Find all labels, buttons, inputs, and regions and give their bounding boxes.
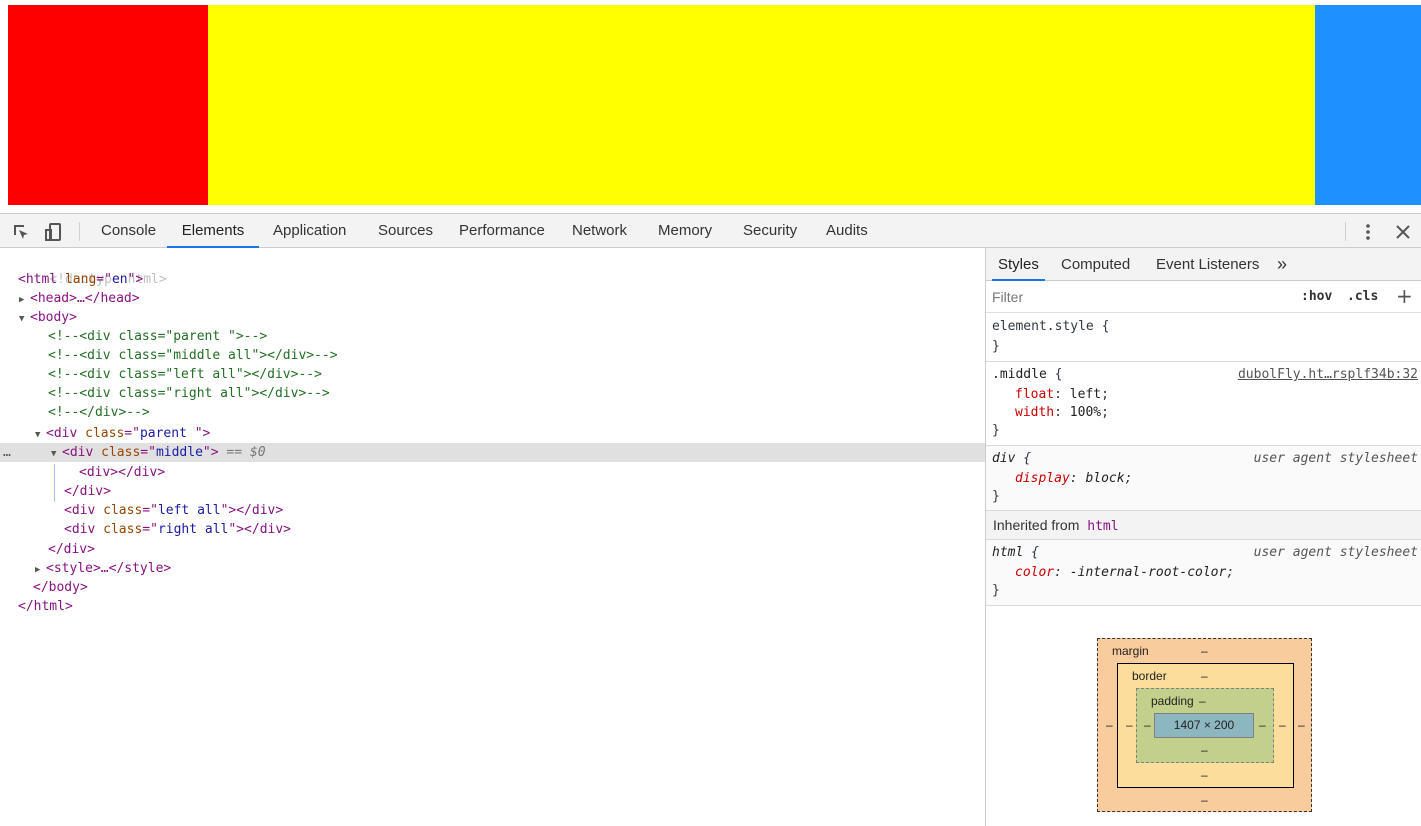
dom-html-open[interactable]: <html lang="en"> — [18, 270, 1003, 289]
rule-close: } — [992, 489, 1000, 504]
margin-bottom-value: – — [1201, 793, 1208, 807]
dom-parent-open[interactable]: ▼ <div class="parent "> — [35, 424, 1020, 443]
dom-comment[interactable]: <!--<div class="parent ">--> — [48, 327, 1033, 346]
tab-event-listeners[interactable]: Event Listeners — [1150, 248, 1265, 281]
border-right-value: – — [1279, 718, 1286, 732]
dom-left-div[interactable]: <div class="left all"></div> — [64, 501, 1049, 520]
rule-selector[interactable]: div { — [992, 450, 1031, 468]
rule-origin: user agent stylesheet — [1253, 545, 1418, 560]
indent-guide — [54, 464, 55, 502]
page-preview — [0, 0, 1421, 213]
dom-doctype[interactable]: <!doctype html> — [18, 251, 1003, 287]
tab-elements[interactable]: Elements — [167, 214, 259, 248]
margin-left-value: – — [1106, 718, 1113, 732]
middle-block — [208, 5, 1315, 205]
box-model-content[interactable]: 1407 × 200 — [1154, 713, 1254, 738]
dom-comment[interactable]: <!--<div class="middle all"></div>--> — [48, 346, 1033, 365]
border-left-value: – — [1126, 718, 1133, 732]
rule-origin: user agent stylesheet — [1253, 451, 1418, 466]
styles-sidebar: Styles Computed Event Listeners » :hov .… — [985, 248, 1421, 826]
tab-audits[interactable]: Audits — [820, 214, 874, 248]
margin-top-value: – — [1201, 644, 1208, 658]
dom-head[interactable]: ▶ <head>…</head> — [19, 289, 1004, 308]
collapse-triangle-icon[interactable]: ▼ — [51, 445, 62, 464]
dom-middle-selected[interactable]: … ▼ <div class="middle"> == $0 — [0, 443, 985, 462]
tab-security[interactable]: Security — [737, 214, 803, 248]
attr-value: en — [111, 272, 128, 287]
rule-property: display: block; — [1015, 471, 1133, 486]
rule-close: } — [992, 583, 1000, 598]
hov-button[interactable]: :hov — [1301, 289, 1332, 304]
filter-input[interactable] — [990, 286, 1288, 308]
tab-styles[interactable]: Styles — [992, 248, 1045, 281]
padding-bottom-value: – — [1201, 743, 1208, 757]
dom-body-close[interactable]: </body> — [33, 578, 1018, 597]
rule-property: color: -internal-root-color; — [1015, 565, 1235, 580]
filter-row: :hov .cls + — [986, 281, 1421, 313]
tab-performance[interactable]: Performance — [453, 214, 551, 248]
border-top-value: – — [1201, 669, 1208, 683]
rule-selector[interactable]: html { — [992, 544, 1039, 562]
rule-source-link[interactable]: dubolFly.ht…rsplf34b:32 — [1238, 366, 1418, 384]
tab-network[interactable]: Network — [566, 214, 633, 248]
tab-computed[interactable]: Computed — [1055, 248, 1136, 281]
rule-middle: .middle { dubolFly.ht…rsplf34b:32 float:… — [986, 362, 1421, 446]
dom-parent-close[interactable]: </div> — [48, 540, 1033, 559]
rule-property[interactable]: width: 100%; — [1015, 404, 1109, 422]
selected-marker: == $0 — [226, 445, 266, 460]
more-dots-icon[interactable]: … — [3, 443, 11, 462]
border-label: border — [1132, 669, 1167, 683]
rule-selector[interactable]: element.style { — [992, 318, 1109, 336]
dom-comment[interactable]: <!--<div class="left all"></div>--> — [48, 365, 1033, 384]
tab-memory[interactable]: Memory — [652, 214, 718, 248]
right-block — [1315, 5, 1421, 205]
dom-comment[interactable]: <!--<div class="right all"></div>--> — [48, 384, 1033, 403]
padding-top-value: – — [1199, 694, 1206, 708]
dom-style[interactable]: ▶ <style>…</style> — [35, 559, 1020, 578]
dom-html-close[interactable]: </html> — [18, 597, 1003, 616]
tab-sources[interactable]: Sources — [372, 214, 439, 248]
devtools-toolbar: Console Elements Application Sources Per… — [0, 213, 1421, 248]
padding-left-value: – — [1144, 718, 1151, 732]
device-toggle-icon[interactable] — [44, 222, 64, 242]
rule-close: } — [992, 423, 1000, 438]
rule-html: html { user agent stylesheet color: -int… — [986, 540, 1421, 606]
elements-tree: <!doctype html> <html lang="en"> ▶ <head>… — [0, 248, 985, 826]
rule-close: } — [992, 339, 1000, 354]
rule-property[interactable]: float: left; — [1015, 386, 1109, 404]
inherited-header: Inherited from html — [986, 511, 1421, 540]
more-tabs-icon[interactable]: » — [1271, 248, 1293, 281]
toolbar-separator — [79, 222, 80, 241]
sidebar-tabs: Styles Computed Event Listeners » — [986, 248, 1421, 281]
padding-right-value: – — [1259, 718, 1266, 732]
rule-div: div { user agent stylesheet display: blo… — [986, 446, 1421, 511]
collapse-triangle-icon[interactable]: ▼ — [19, 310, 30, 329]
left-block — [8, 5, 208, 205]
tab-console[interactable]: Console — [95, 214, 162, 248]
toolbar-separator-right — [1345, 222, 1346, 241]
inspect-icon[interactable] — [11, 222, 31, 242]
attr-name: lang — [64, 272, 97, 287]
margin-right-value: – — [1298, 718, 1305, 732]
more-vertical-icon[interactable] — [1358, 222, 1378, 242]
padding-label: padding — [1151, 694, 1194, 708]
dom-div-close[interactable]: </div> — [64, 482, 1049, 501]
rule-element-style: element.style { } — [986, 314, 1421, 362]
dom-comment[interactable]: <!--</div>--> — [48, 403, 1033, 422]
close-icon[interactable] — [1393, 222, 1413, 242]
cls-button[interactable]: .cls — [1347, 289, 1378, 304]
new-rule-icon[interactable]: + — [1396, 284, 1413, 308]
tab-application[interactable]: Application — [267, 214, 352, 248]
border-bottom-value: – — [1201, 768, 1208, 782]
dom-right-div[interactable]: <div class="right all"></div> — [64, 520, 1049, 539]
dom-inner-div[interactable]: <div></div> — [79, 463, 1064, 482]
rule-selector[interactable]: .middle { — [992, 366, 1062, 384]
inherited-tag-link[interactable]: html — [1087, 519, 1118, 534]
margin-label: margin — [1112, 644, 1149, 658]
dom-body-open[interactable]: ▼ <body> — [19, 308, 1004, 327]
